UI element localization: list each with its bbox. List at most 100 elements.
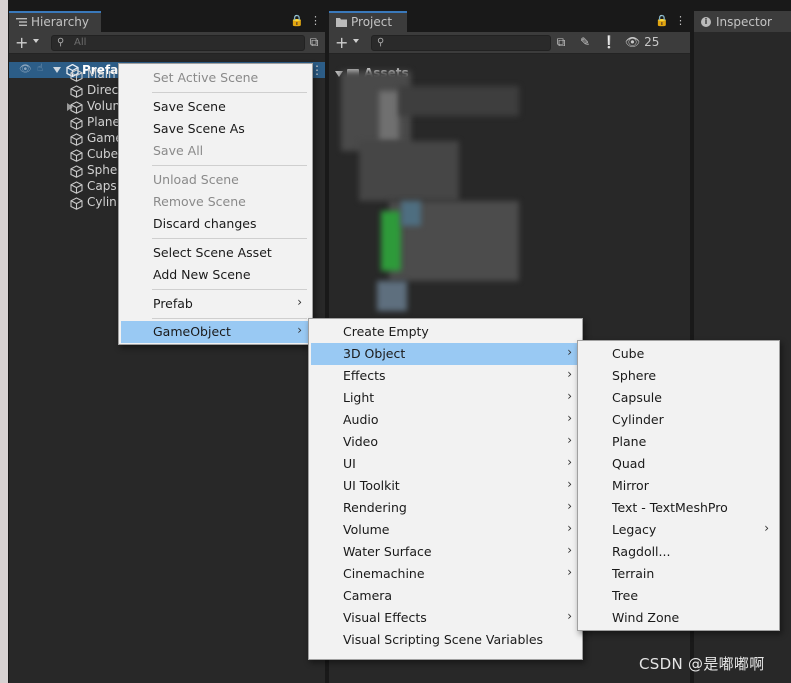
hierarchy-item-label: Cylin	[87, 195, 117, 209]
chevron-right-icon: ›	[567, 455, 572, 469]
menu-item-label: Terrain	[612, 566, 655, 581]
menu-item-gameobject[interactable]: GameObject ›	[121, 321, 310, 343]
menu-item-save-scene[interactable]: Save Scene	[121, 96, 310, 118]
menu-item-water-surface[interactable]: Water Surface ›	[311, 541, 580, 563]
menu-item-remove-scene[interactable]: Remove Scene	[121, 191, 310, 213]
hidden-packages-icon[interactable]: 👁 25	[625, 35, 665, 51]
hierarchy-item-label: Direc	[87, 83, 119, 97]
menu-item-unload-scene[interactable]: Unload Scene	[121, 169, 310, 191]
menu-item-label: Sphere	[612, 368, 657, 383]
pixelated-block	[399, 86, 519, 116]
menu-item-label: Quad	[612, 456, 646, 471]
search-by-type-icon[interactable]: ⧉	[553, 35, 569, 51]
chevron-right-icon: ›	[567, 543, 572, 557]
menu-item-label: Ragdoll...	[612, 544, 671, 559]
kebab-menu-icon[interactable]: ⋮	[310, 14, 321, 27]
menu-item-3d-object[interactable]: 3D Object ›	[311, 343, 580, 365]
menu-item-visual-scripting-scene-variables[interactable]: Visual Scripting Scene Variables	[311, 629, 580, 651]
tab-inspector[interactable]: i Inspector	[694, 11, 791, 32]
left-edge-panel	[0, 0, 8, 683]
menu-item-save-scene-as[interactable]: Save Scene As	[121, 118, 310, 140]
menu-item-rendering[interactable]: Rendering ›	[311, 497, 580, 519]
hierarchy-search-placeholder: All	[74, 37, 87, 48]
menu-item-discard-changes[interactable]: Discard changes	[121, 213, 310, 235]
menu-item-terrain[interactable]: Terrain	[580, 563, 777, 585]
lock-icon[interactable]: 🔒	[655, 14, 669, 27]
chevron-right-icon: ›	[297, 323, 302, 337]
menu-item-save-all[interactable]: Save All	[121, 140, 310, 162]
project-toolbar: + ⚲ ⧉ ✎ ❕ 👁 25	[329, 32, 690, 54]
kebab-menu-icon[interactable]: ⋮	[675, 14, 686, 27]
menu-item-ragdoll[interactable]: Ragdoll...	[580, 541, 777, 563]
chevron-right-icon: ›	[567, 345, 572, 359]
chevron-right-icon: ›	[567, 499, 572, 513]
menu-item-cube[interactable]: Cube	[580, 343, 777, 365]
menu-item-video[interactable]: Video ›	[311, 431, 580, 453]
tab-project[interactable]: Project	[329, 11, 407, 32]
pick-icon[interactable]: ☝	[37, 63, 43, 74]
eye-icon[interactable]: 👁	[19, 64, 32, 75]
gameobject-cube-icon	[70, 69, 83, 82]
menu-item-label: Wind Zone	[612, 610, 680, 625]
menu-item-camera[interactable]: Camera	[311, 585, 580, 607]
menu-item-volume[interactable]: Volume ›	[311, 519, 580, 541]
menu-item-capsule[interactable]: Capsule	[580, 387, 777, 409]
menu-item-create-empty[interactable]: Create Empty	[311, 321, 580, 343]
warning-filter-icon[interactable]: ❕	[601, 35, 617, 51]
add-icon[interactable]: +	[335, 33, 348, 52]
menu-item-label: Cinemachine	[343, 566, 425, 581]
hierarchy-search-input[interactable]: ⚲ All	[51, 35, 305, 51]
hierarchy-toolbar: + ⚲ All ⧉	[9, 32, 325, 54]
menu-item-visual-effects[interactable]: Visual Effects ›	[311, 607, 580, 629]
search-by-label-icon[interactable]: ✎	[577, 35, 593, 51]
chevron-right-icon: ›	[567, 389, 572, 403]
add-icon[interactable]: +	[15, 33, 28, 52]
menu-item-prefab[interactable]: Prefab ›	[121, 293, 310, 315]
hierarchy-item-label: Plane	[87, 115, 120, 129]
hierarchy-item-label: Main	[87, 67, 116, 81]
chevron-down-icon[interactable]	[353, 39, 359, 43]
menu-item-tree[interactable]: Tree	[580, 585, 777, 607]
menu-item-text-textmeshpro[interactable]: Text - TextMeshPro	[580, 497, 777, 519]
chevron-right-icon: ›	[567, 477, 572, 491]
hierarchy-item-label: Sphe	[87, 163, 118, 177]
menu-item-label: Add New Scene	[153, 267, 251, 282]
scene-context-menu: Set Active Scene Save Scene Save Scene A…	[118, 63, 313, 345]
menu-item-label: Create Empty	[343, 324, 429, 339]
menu-item-legacy[interactable]: Legacy ›	[580, 519, 777, 541]
menu-item-set-active-scene[interactable]: Set Active Scene	[121, 67, 310, 89]
menu-item-cinemachine[interactable]: Cinemachine ›	[311, 563, 580, 585]
tab-hierarchy[interactable]: Hierarchy	[9, 11, 101, 32]
scene-visibility-icon[interactable]: ⧉	[306, 35, 322, 51]
menu-separator	[152, 165, 307, 166]
lock-icon[interactable]: 🔒	[290, 14, 304, 27]
menu-separator	[152, 92, 307, 93]
menu-item-mirror[interactable]: Mirror	[580, 475, 777, 497]
menu-item-sphere[interactable]: Sphere	[580, 365, 777, 387]
pixelated-block	[379, 91, 399, 141]
menu-item-label: Text - TextMeshPro	[612, 500, 728, 515]
menu-item-label: GameObject	[153, 324, 231, 339]
chevron-down-icon[interactable]	[33, 39, 39, 43]
menu-item-label: Visual Effects	[343, 610, 427, 625]
gameobject-cube-icon	[70, 133, 83, 146]
search-icon: ⚲	[57, 37, 65, 48]
expand-arrow-icon[interactable]	[53, 67, 61, 73]
menu-item-wind-zone[interactable]: Wind Zone	[580, 607, 777, 629]
menu-item-light[interactable]: Light ›	[311, 387, 580, 409]
menu-item-cylinder[interactable]: Cylinder	[580, 409, 777, 431]
menu-item-add-new-scene[interactable]: Add New Scene	[121, 264, 310, 286]
menu-item-select-scene-asset[interactable]: Select Scene Asset	[121, 242, 310, 264]
tab-project-label: Project	[351, 15, 393, 29]
menu-item-effects[interactable]: Effects ›	[311, 365, 580, 387]
menu-item-ui-toolkit[interactable]: UI Toolkit ›	[311, 475, 580, 497]
menu-item-label: Save Scene	[153, 99, 226, 114]
project-search-input[interactable]: ⚲	[371, 35, 551, 51]
menu-separator	[152, 318, 307, 319]
menu-item-label: Cylinder	[612, 412, 664, 427]
menu-item-audio[interactable]: Audio ›	[311, 409, 580, 431]
menu-item-quad[interactable]: Quad	[580, 453, 777, 475]
list-icon	[16, 18, 27, 26]
menu-item-plane[interactable]: Plane	[580, 431, 777, 453]
menu-item-ui[interactable]: UI ›	[311, 453, 580, 475]
